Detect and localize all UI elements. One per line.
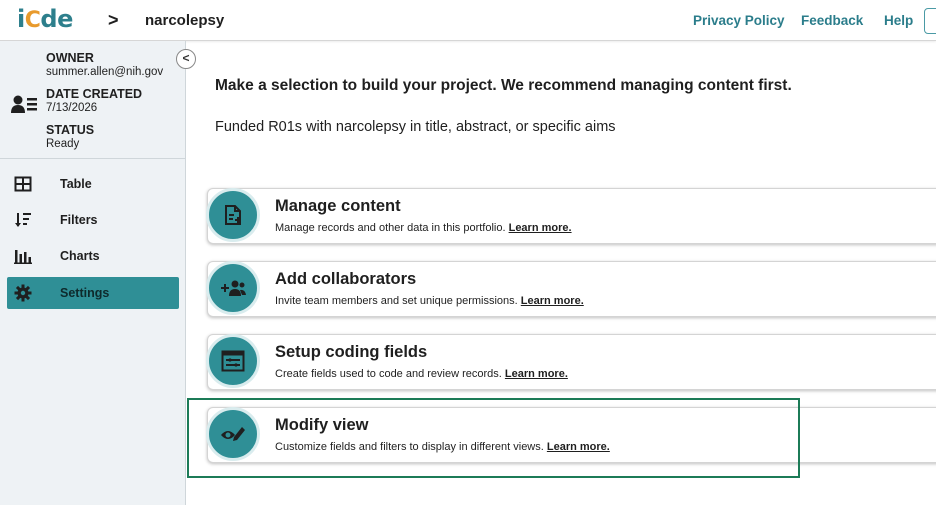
main-content: Make a selection to build your project. … <box>187 41 936 505</box>
owner-label: OWNER <box>46 51 94 65</box>
sidebar-item-label: Table <box>60 177 92 191</box>
gear-icon <box>14 284 32 302</box>
feedback-link[interactable]: Feedback <box>801 13 863 28</box>
logo-gear: C <box>24 8 41 33</box>
card-description: Create fields used to code and review re… <box>275 368 568 380</box>
manage-content-icon-circle <box>206 188 260 242</box>
card-title: Manage content <box>275 197 401 215</box>
contact-details-icon <box>11 95 37 113</box>
setup-coding-fields-card[interactable]: Setup coding fields Create fields used t… <box>206 334 936 390</box>
help-link[interactable]: Help <box>884 13 913 28</box>
project-description: Funded R01s with narcolepsy in title, ab… <box>215 119 616 135</box>
page-headline: Make a selection to build your project. … <box>215 77 792 94</box>
date-created-label: DATE CREATED <box>46 87 143 101</box>
sidebar-item-charts[interactable]: Charts <box>7 240 179 272</box>
card-title: Add collaborators <box>275 270 417 288</box>
user-menu-button[interactable] <box>924 8 936 34</box>
sidebar-item-settings[interactable]: Settings <box>7 277 179 309</box>
card-description-text: Invite team members and set unique permi… <box>275 295 518 307</box>
table-icon <box>14 176 32 192</box>
manage-content-card[interactable]: Manage content Manage records and other … <box>206 188 936 244</box>
group-add-icon <box>221 280 246 296</box>
owner-value: summer.allen@nih.gov <box>46 66 164 78</box>
add-collaborators-card[interactable]: Add collaborators Invite team members an… <box>206 261 936 317</box>
learn-more-link[interactable]: Learn more. <box>509 222 572 234</box>
sidebar-item-filters[interactable]: Filters <box>7 204 179 236</box>
card-description-text: Manage records and other data in this po… <box>275 222 506 234</box>
setup-coding-fields-icon-circle <box>206 334 260 388</box>
selection-highlight-box <box>187 398 800 478</box>
filter-sort-icon <box>15 213 31 227</box>
document-add-icon <box>225 205 241 225</box>
card-description: Invite team members and set unique permi… <box>275 295 584 307</box>
status-label: STATUS <box>46 123 95 137</box>
logo-suffix: de <box>40 5 73 33</box>
project-name: narcolepsy <box>145 12 225 29</box>
card-description-text: Create fields used to code and review re… <box>275 368 502 380</box>
collapse-sidebar-button[interactable]: < <box>176 49 196 69</box>
sidebar-item-label: Filters <box>60 213 98 227</box>
card-title: Setup coding fields <box>275 343 428 361</box>
add-collaborators-icon-circle <box>206 261 260 315</box>
learn-more-link[interactable]: Learn more. <box>505 368 568 380</box>
status-value: Ready <box>46 138 80 150</box>
date-created-value: 7/13/2026 <box>46 102 98 114</box>
privacy-policy-link[interactable]: Privacy Policy <box>693 13 785 28</box>
bar-chart-icon <box>14 250 32 264</box>
sidebar-item-table[interactable]: Table <box>7 168 179 200</box>
card-description: Manage records and other data in this po… <box>275 222 572 234</box>
logo-prefix: i <box>17 5 25 33</box>
icode-logo[interactable]: iCde <box>17 5 73 33</box>
top-bar: iCde > narcolepsy Privacy Policy Feedbac… <box>0 0 936 41</box>
project-meta: OWNER summer.allen@nih.gov DATE CREATED … <box>0 41 186 159</box>
sidebar-item-label: Settings <box>60 286 110 300</box>
sidebar: < OWNER summer.allen@nih.gov DATE CREATE… <box>0 41 196 505</box>
breadcrumb-separator: > <box>108 10 119 30</box>
learn-more-link[interactable]: Learn more. <box>521 295 584 307</box>
form-fields-icon <box>221 350 245 372</box>
sidebar-item-label: Charts <box>60 249 100 263</box>
